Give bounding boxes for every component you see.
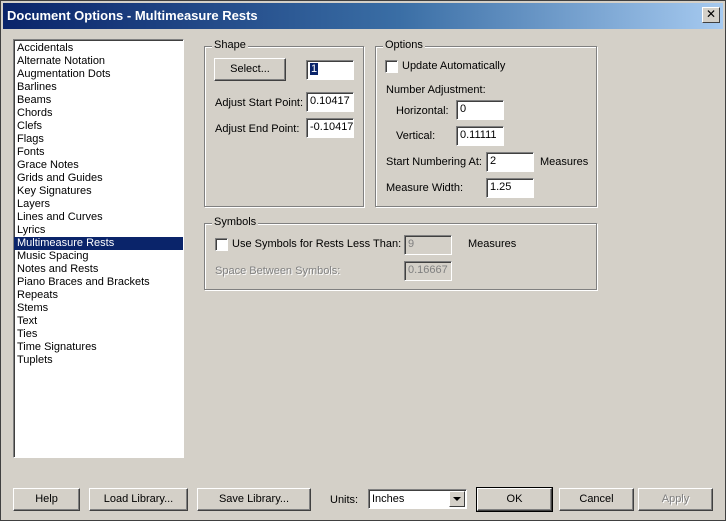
update-automatically-label[interactable]: Update Automatically [402,59,505,73]
category-item[interactable]: Fonts [14,146,183,159]
shape-number-value: 1 [310,63,319,75]
category-item[interactable]: Chords [14,107,183,120]
ok-button[interactable]: OK [476,487,553,512]
category-item[interactable]: Repeats [14,289,183,302]
close-icon: ✕ [705,7,717,21]
use-symbols-checkbox[interactable] [215,238,228,251]
category-item[interactable]: Beams [14,94,183,107]
cancel-button-label: Cancel [579,493,614,505]
category-item[interactable]: Ties [14,328,183,341]
category-list[interactable]: Accidentals Alternate Notation Augmentatio… [13,39,184,458]
category-item[interactable]: Key Signatures [14,185,183,198]
apply-button-label: Apply [661,493,690,505]
category-item[interactable]: Lines and Curves [14,211,183,224]
measure-width-field[interactable]: 1.25 [486,178,534,198]
units-select[interactable]: Inches [368,489,467,509]
help-button-label: Help [35,493,58,505]
measure-width-value: 1.25 [490,181,512,193]
category-item[interactable]: Grace Notes [14,159,183,172]
chevron-down-icon[interactable] [449,491,465,507]
number-adjustment-label: Number Adjustment: [386,84,486,96]
category-item[interactable]: Time Signatures [14,341,183,354]
category-item[interactable]: Piano Braces and Brackets [14,276,183,289]
use-symbols-value: 9 [408,238,415,250]
start-numbering-value: 2 [490,155,497,167]
category-item[interactable]: Grids and Guides [14,172,183,185]
shape-group: Shape Select... 1 Adjust Start Point: 0.… [204,39,364,207]
category-item[interactable]: Accidentals [14,42,183,55]
category-item[interactable]: Tuplets [14,354,183,367]
shape-number-field[interactable]: 1 [306,60,354,80]
category-item[interactable]: Music Spacing [14,250,183,263]
adjust-start-value: 0.10417 [310,95,350,107]
save-library-label: Save Library... [218,493,290,505]
category-item[interactable]: Layers [14,198,183,211]
space-between-value: 0.16667 [408,264,448,276]
units-label: Units: [330,494,359,506]
adjust-end-value: -0.10417 [310,121,354,133]
load-library-button[interactable]: Load Library... [89,488,188,511]
vertical-value: 0.11111 [460,129,497,141]
category-item[interactable]: Augmentation Dots [14,68,183,81]
shape-select-button[interactable]: Select... [214,58,286,81]
use-symbols-field[interactable]: 9 [404,235,452,255]
measure-width-label: Measure Width: [386,182,464,194]
adjust-end-label: Adjust End Point: [215,123,300,135]
symbols-group: Symbols Use Symbols for Rests Less Than:… [204,216,597,290]
document-options-dialog: Document Options - Multimeasure Rests ✕ … [0,0,726,521]
adjust-start-label: Adjust Start Point: [215,97,304,109]
window-title: Document Options - Multimeasure Rests [7,8,258,23]
help-button[interactable]: Help [13,488,80,511]
category-item[interactable]: Notes and Rests [14,263,183,276]
adjust-end-field[interactable]: -0.10417 [306,118,354,138]
load-library-label: Load Library... [103,493,174,505]
title-bar[interactable]: Document Options - Multimeasure Rests ✕ [3,3,723,29]
close-button[interactable]: ✕ [702,7,720,23]
save-library-button[interactable]: Save Library... [197,488,311,511]
space-between-label: Space Between Symbols: [215,265,341,277]
start-numbering-label: Start Numbering At: [386,156,482,168]
horizontal-label: Horizontal: [396,105,449,117]
options-group: Options Update Automatically Number Adju… [375,39,597,207]
options-group-title: Options [383,39,425,51]
category-item[interactable]: Clefs [14,120,183,133]
space-between-field[interactable]: 0.16667 [404,261,452,281]
use-symbols-label[interactable]: Use Symbols for Rests Less Than: [232,237,401,251]
category-item[interactable]: Text [14,315,183,328]
category-item[interactable]: Lyrics [14,224,183,237]
category-item[interactable]: Stems [14,302,183,315]
cancel-button[interactable]: Cancel [559,488,634,511]
symbols-group-title: Symbols [212,216,259,228]
category-item[interactable]: Alternate Notation [14,55,183,68]
shape-group-title: Shape [212,39,248,51]
units-value: Inches [372,493,405,505]
apply-button[interactable]: Apply [638,488,713,511]
start-numbering-unit: Measures [540,156,589,168]
start-numbering-field[interactable]: 2 [486,152,534,172]
use-symbols-unit: Measures [468,238,517,250]
update-automatically-checkbox[interactable] [385,60,398,73]
vertical-field[interactable]: 0.11111 [456,126,504,146]
vertical-label: Vertical: [396,130,436,142]
ok-button-label: OK [506,493,523,505]
horizontal-value: 0 [460,103,467,115]
shape-select-label: Select... [230,63,270,75]
horizontal-field[interactable]: 0 [456,100,504,120]
category-item[interactable]: Flags [14,133,183,146]
category-item[interactable]: Barlines [14,81,183,94]
adjust-start-field[interactable]: 0.10417 [306,92,354,112]
category-item[interactable]: Multimeasure Rests [14,237,183,250]
